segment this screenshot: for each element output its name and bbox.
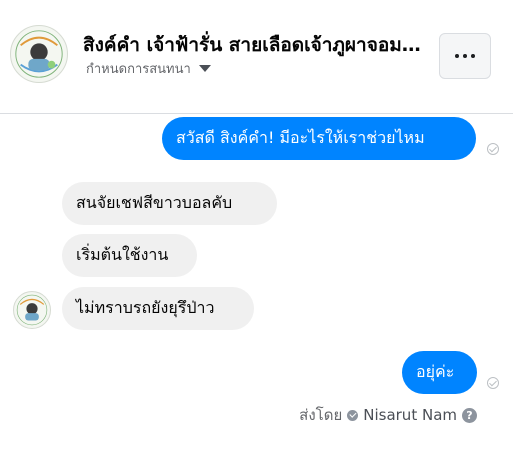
read-check-icon [487, 143, 499, 155]
message-text: อยุ่ค่ะ [416, 362, 455, 381]
more-horizontal-icon [455, 54, 459, 58]
message-text: สนจัยเชฟสีขาวบอลคับ [76, 193, 233, 212]
sent-by-info: ส่งโดย Nisarut Nam ? [299, 403, 477, 427]
caret-down-icon [198, 65, 211, 72]
message-bubble-incoming[interactable]: สนจัยเชฟสีขาวบอลคับ [62, 182, 277, 225]
conversation-header: สิงค์คำ เจ้าฟ้ารั่น สายเลือดเจ้าภูผาจอมห… [0, 0, 513, 114]
sent-by-label: ส่งโดย [299, 406, 343, 424]
schedule-conversation-dropdown[interactable]: กำหนดการสนทนา [86, 58, 211, 79]
more-dot [471, 54, 475, 58]
message-bubble-incoming[interactable]: เริ่มต้นใช้งาน [62, 234, 197, 277]
contact-name: สิงค์คำ เจ้าฟ้ารั่น สายเลือดเจ้าภูผาจอมห… [83, 34, 423, 56]
help-icon[interactable]: ? [462, 407, 477, 423]
message-text: ไม่ทราบรถยังยุรึป่าว [76, 298, 215, 317]
sent-check-icon [347, 409, 359, 421]
message-bubble-incoming[interactable]: ไม่ทราบรถยังยุรึป่าว [62, 287, 254, 330]
sender-name: Nisarut Nam [363, 406, 457, 424]
message-bubble-outgoing[interactable]: อยุ่ค่ะ [402, 351, 477, 394]
more-dot [463, 54, 467, 58]
read-check-icon [487, 377, 499, 389]
message-text: สวัสดี สิงค์คำ! มีอะไรให้เราช่วยไหม [176, 128, 425, 147]
message-bubble-outgoing[interactable]: สวัสดี สิงค์คำ! มีอะไรให้เราช่วยไหม [162, 117, 476, 160]
schedule-label: กำหนดการสนทนา [86, 62, 191, 77]
contact-avatar[interactable] [10, 25, 68, 83]
message-text: เริ่มต้นใช้งาน [76, 245, 169, 264]
sender-avatar[interactable] [13, 291, 51, 329]
more-options-button[interactable] [439, 33, 491, 79]
